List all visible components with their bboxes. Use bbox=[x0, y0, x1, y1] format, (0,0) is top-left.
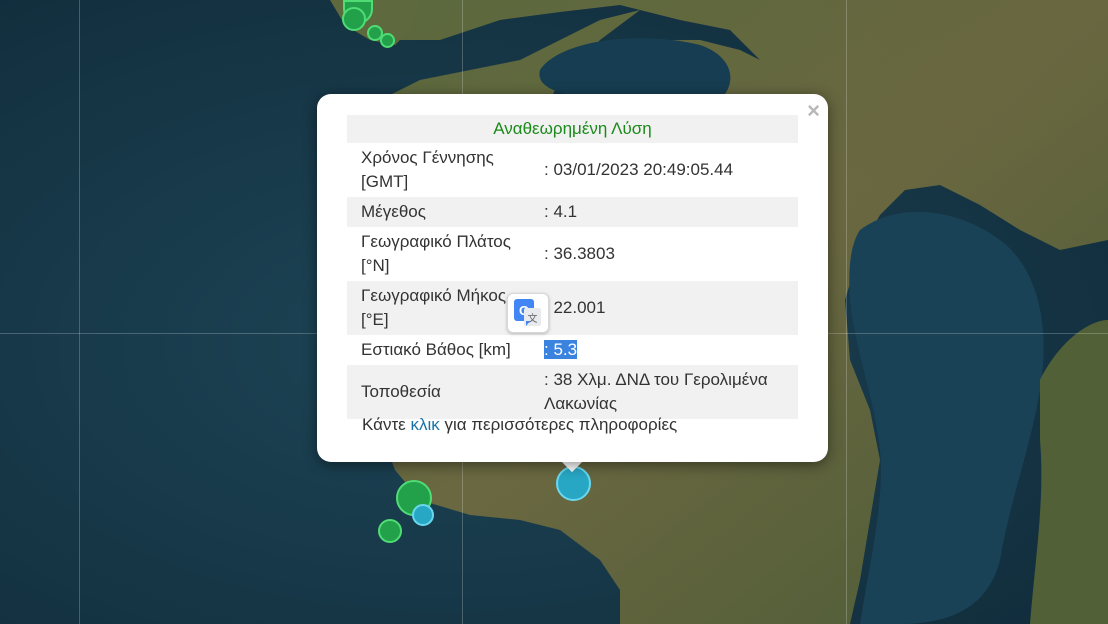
row-value: : 36.3803 bbox=[544, 244, 615, 263]
row-label: Εστιακό Βάθος [km] bbox=[361, 340, 511, 359]
row-label: Γεωγραφικό Πλάτος [°N] bbox=[361, 232, 511, 275]
table-title-row: Αναθεωρημένη Λύση bbox=[347, 115, 798, 143]
row-value: : 03/01/2023 20:49:05.44 bbox=[544, 160, 734, 179]
table-row: Τοποθεσία : 38 Χλμ. ΔΝΔ του Γερολιμένα Λ… bbox=[347, 365, 798, 419]
table-row: Μέγεθος : 4.1 bbox=[347, 197, 798, 227]
earthquake-marker[interactable] bbox=[380, 33, 395, 48]
more-info-link[interactable]: κλικ bbox=[410, 415, 439, 434]
more-prefix: Κάντε bbox=[362, 415, 411, 434]
google-translate-icon[interactable]: G 文 bbox=[507, 293, 549, 333]
earthquake-info-table: Αναθεωρημένη Λύση Χρόνος Γέννησης [GMT] … bbox=[347, 115, 798, 419]
table-row: Εστιακό Βάθος [km] : 5.3 bbox=[347, 335, 798, 365]
table-row: Χρόνος Γέννησης [GMT] : 03/01/2023 20:49… bbox=[347, 143, 798, 197]
selected-text: : 5.3 bbox=[544, 340, 578, 359]
graticule-line bbox=[79, 0, 80, 624]
table-row: Γεωγραφικό Μήκος [°E] : 22.001 bbox=[347, 281, 798, 335]
more-suffix: για περισσότερες πληροφορίες bbox=[439, 415, 678, 434]
row-label: Γεωγραφικό Μήκος [°E] bbox=[347, 281, 530, 335]
close-button[interactable]: × bbox=[807, 100, 820, 122]
earthquake-popup: × Αναθεωρημένη Λύση Χρόνος Γέννησης [GMT… bbox=[317, 94, 828, 462]
graticule-line bbox=[846, 0, 847, 624]
row-label: Μέγεθος bbox=[347, 197, 530, 227]
earthquake-marker[interactable] bbox=[378, 519, 402, 543]
row-label: Τοποθεσία bbox=[347, 365, 530, 419]
svg-text:文: 文 bbox=[528, 312, 538, 325]
popup-title: Αναθεωρημένη Λύση bbox=[347, 115, 798, 143]
more-info-text: Κάντε κλικ για περισσότερες πληροφορίες bbox=[362, 415, 677, 435]
earthquake-marker[interactable] bbox=[342, 7, 366, 31]
row-value: : 38 Χλμ. ΔΝΔ του Γερολιμένα Λακωνίας bbox=[530, 365, 798, 419]
row-value: : 4.1 bbox=[530, 197, 798, 227]
row-value: : 22.001 bbox=[530, 281, 798, 335]
row-label: Χρόνος Γέννησης [GMT] bbox=[361, 148, 494, 191]
earthquake-marker[interactable] bbox=[412, 504, 434, 526]
row-value: : 5.3 bbox=[530, 335, 798, 365]
table-row: Γεωγραφικό Πλάτος [°N] : 36.3803 bbox=[347, 227, 798, 281]
